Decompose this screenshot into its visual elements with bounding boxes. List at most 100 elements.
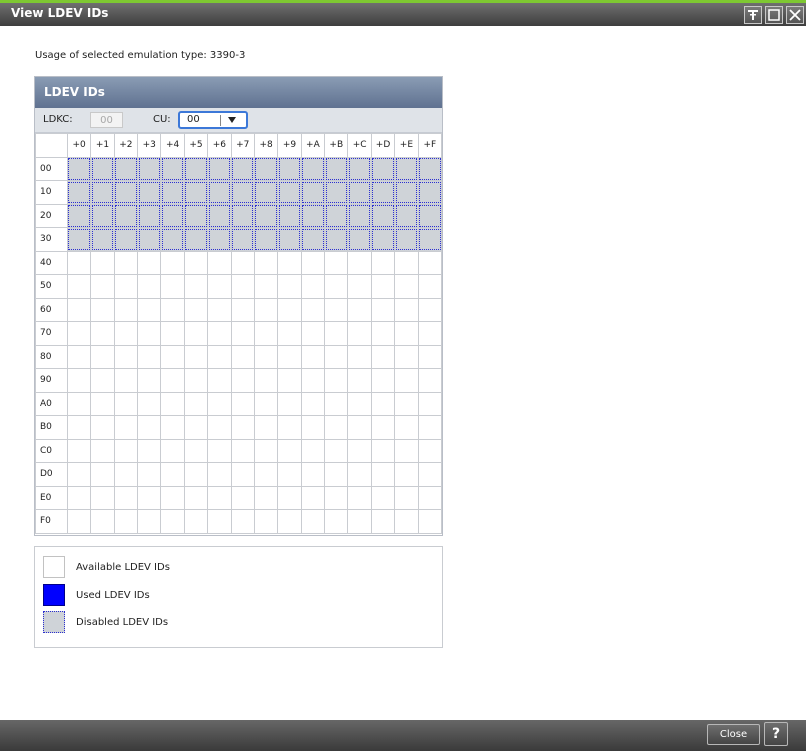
ldev-cell-available[interactable] — [230, 250, 255, 275]
ldev-cell-available[interactable] — [370, 438, 396, 463]
ldev-cell-available[interactable] — [137, 438, 162, 463]
ldev-cell-available[interactable] — [113, 297, 139, 322]
ldev-cell-available[interactable] — [207, 368, 232, 393]
ldev-cell-available[interactable] — [324, 274, 349, 299]
ldev-cell-available[interactable] — [324, 297, 349, 322]
ldev-cell-available[interactable] — [137, 274, 162, 299]
ldev-cell-available[interactable] — [394, 509, 419, 534]
ldev-cell-available[interactable] — [137, 391, 162, 416]
ldev-cell-available[interactable] — [66, 391, 92, 416]
ldev-cell-available[interactable] — [347, 368, 372, 393]
close-icon[interactable] — [786, 6, 804, 24]
ldev-cell-available[interactable] — [90, 391, 115, 416]
ldev-cell-available[interactable] — [370, 344, 396, 369]
ldev-cell-available[interactable] — [66, 415, 92, 440]
ldev-cell-available[interactable] — [230, 462, 255, 487]
ldev-cell-available[interactable] — [160, 438, 185, 463]
ldev-cell-available[interactable] — [66, 485, 92, 510]
ldev-cell-available[interactable] — [394, 274, 419, 299]
ldev-cell-available[interactable] — [324, 391, 349, 416]
ldev-cell-available[interactable] — [230, 485, 255, 510]
ldev-cell-available[interactable] — [183, 415, 209, 440]
ldev-cell-available[interactable] — [137, 485, 162, 510]
ldev-cell-available[interactable] — [113, 250, 139, 275]
ldev-cell-available[interactable] — [394, 462, 419, 487]
ldev-cell-available[interactable] — [207, 250, 232, 275]
ldev-cell-available[interactable] — [207, 391, 232, 416]
ldev-cell-available[interactable] — [137, 297, 162, 322]
ldev-cell-available[interactable] — [324, 344, 349, 369]
ldev-cell-available[interactable] — [90, 368, 115, 393]
ldev-cell-available[interactable] — [160, 274, 185, 299]
ldev-cell-available[interactable] — [394, 250, 419, 275]
ldev-cell-available[interactable] — [66, 297, 92, 322]
ldev-cell-available[interactable] — [90, 438, 115, 463]
ldev-cell-available[interactable] — [347, 415, 372, 440]
ldev-cell-available[interactable] — [66, 509, 92, 534]
ldev-cell-available[interactable] — [207, 485, 232, 510]
ldev-cell-available[interactable] — [66, 274, 92, 299]
ldev-cell-available[interactable] — [137, 250, 162, 275]
ldev-cell-available[interactable] — [137, 368, 162, 393]
ldev-cell-available[interactable] — [113, 274, 139, 299]
ldev-cell-available[interactable] — [66, 321, 92, 346]
ldev-cell-available[interactable] — [113, 368, 139, 393]
ldev-cell-available[interactable] — [90, 415, 115, 440]
ldev-cell-available[interactable] — [230, 368, 255, 393]
ldev-cell-available[interactable] — [300, 368, 326, 393]
ldev-cell-available[interactable] — [230, 321, 255, 346]
ldev-cell-available[interactable] — [160, 485, 185, 510]
ldev-cell-available[interactable] — [394, 321, 419, 346]
ldev-cell-available[interactable] — [394, 297, 419, 322]
ldev-cell-available[interactable] — [160, 250, 185, 275]
ldev-cell-available[interactable] — [90, 250, 115, 275]
ldev-cell-available[interactable] — [394, 438, 419, 463]
ldev-cell-available[interactable] — [347, 509, 372, 534]
ldev-cell-available[interactable] — [300, 344, 326, 369]
ldev-cell-available[interactable] — [253, 321, 279, 346]
ldev-cell-available[interactable] — [253, 391, 279, 416]
ldev-cell-available[interactable] — [183, 321, 209, 346]
ldev-cell-available[interactable] — [207, 509, 232, 534]
ldev-cell-available[interactable] — [230, 438, 255, 463]
ldev-cell-available[interactable] — [207, 415, 232, 440]
ldev-cell-available[interactable] — [324, 250, 349, 275]
ldev-cell-available[interactable] — [417, 391, 443, 416]
ldev-cell-available[interactable] — [347, 274, 372, 299]
ldev-cell-available[interactable] — [417, 344, 443, 369]
ldev-cell-available[interactable] — [417, 462, 443, 487]
ldev-cell-available[interactable] — [183, 462, 209, 487]
ldev-cell-available[interactable] — [300, 415, 326, 440]
ldev-cell-available[interactable] — [347, 250, 372, 275]
ldev-cell-available[interactable] — [160, 462, 185, 487]
ldev-cell-available[interactable] — [394, 415, 419, 440]
ldev-cell-available[interactable] — [230, 344, 255, 369]
ldev-cell-available[interactable] — [183, 485, 209, 510]
ldev-cell-available[interactable] — [253, 250, 279, 275]
ldev-cell-available[interactable] — [90, 485, 115, 510]
ldev-cell-available[interactable] — [253, 509, 279, 534]
ldev-cell-available[interactable] — [207, 274, 232, 299]
ldev-cell-available[interactable] — [113, 344, 139, 369]
ldev-cell-available[interactable] — [300, 391, 326, 416]
ldev-cell-available[interactable] — [370, 250, 396, 275]
ldev-cell-available[interactable] — [230, 297, 255, 322]
ldev-cell-available[interactable] — [66, 344, 92, 369]
ldev-cell-available[interactable] — [160, 415, 185, 440]
ldev-cell-available[interactable] — [66, 250, 92, 275]
ldev-cell-available[interactable] — [183, 250, 209, 275]
ldev-cell-available[interactable] — [417, 415, 443, 440]
ldev-cell-available[interactable] — [160, 344, 185, 369]
ldev-cell-available[interactable] — [113, 391, 139, 416]
ldev-cell-available[interactable] — [277, 250, 302, 275]
ldev-cell-available[interactable] — [417, 250, 443, 275]
ldev-cell-available[interactable] — [370, 368, 396, 393]
ldev-cell-available[interactable] — [417, 438, 443, 463]
ldev-cell-available[interactable] — [324, 485, 349, 510]
ldev-cell-available[interactable] — [300, 509, 326, 534]
ldev-cell-available[interactable] — [417, 321, 443, 346]
ldev-cell-available[interactable] — [417, 485, 443, 510]
ldev-cell-available[interactable] — [277, 297, 302, 322]
ldev-cell-available[interactable] — [253, 485, 279, 510]
maximize-icon[interactable] — [765, 6, 783, 24]
